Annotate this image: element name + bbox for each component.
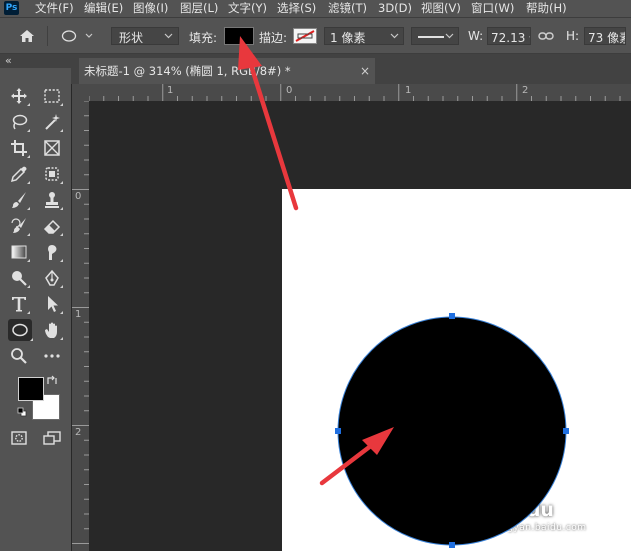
anchor-point-right[interactable] (563, 428, 569, 434)
ellipse-shape[interactable] (337, 316, 567, 546)
anchor-point-top[interactable] (449, 313, 455, 319)
anchor-point-bottom[interactable] (449, 542, 455, 548)
annotation-arrow-fill (238, 36, 299, 211)
anchor-point-left[interactable] (335, 428, 341, 434)
canvas-overlay (238, 36, 569, 548)
